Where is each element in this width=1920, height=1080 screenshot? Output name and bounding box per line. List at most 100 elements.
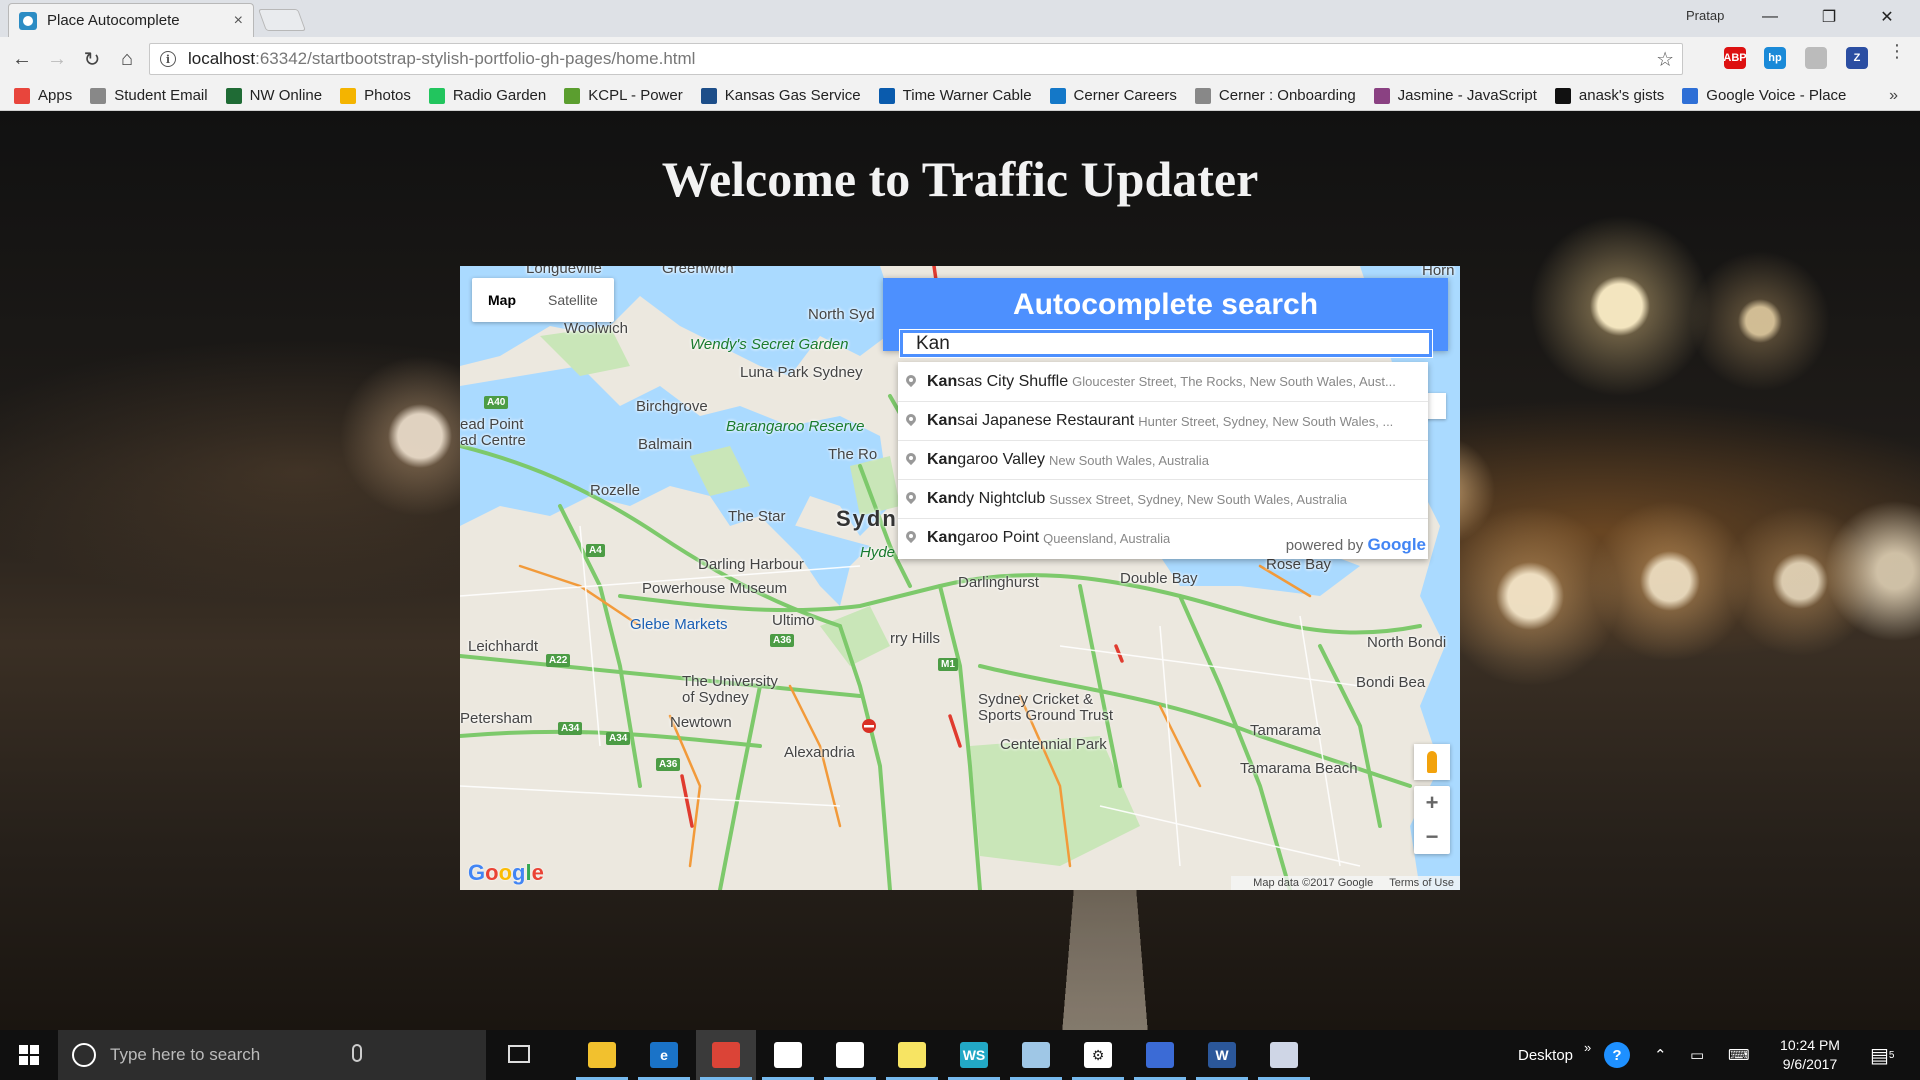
desktop-toolbar-label[interactable]: Desktop bbox=[1518, 1030, 1573, 1080]
pegman-icon[interactable] bbox=[1414, 744, 1450, 780]
zoom-out-button[interactable]: − bbox=[1414, 820, 1450, 854]
map-place-label[interactable]: rry Hills bbox=[890, 630, 940, 647]
bookmark-star-icon[interactable]: ☆ bbox=[1656, 47, 1674, 72]
map-place-label[interactable]: Bondi Bea bbox=[1356, 674, 1425, 691]
toolbar-more-icon[interactable]: » bbox=[1584, 1022, 1591, 1072]
bookmark-item[interactable]: Radio Garden bbox=[428, 87, 546, 104]
google-map[interactable]: Longueville Greenwich Woolwich North Syd Wen… bbox=[460, 266, 1460, 890]
close-window-button[interactable]: ✕ bbox=[1864, 0, 1910, 34]
bookmark-item[interactable]: Cerner Careers bbox=[1049, 87, 1177, 104]
adblock-plus-icon[interactable]: ABP bbox=[1723, 47, 1747, 69]
bookmarks-overflow-icon[interactable]: » bbox=[1889, 87, 1898, 105]
taskbar-app-button[interactable]: W bbox=[1192, 1030, 1252, 1080]
bookmark-item[interactable]: Photos bbox=[340, 87, 411, 104]
microphone-icon[interactable] bbox=[352, 1044, 362, 1062]
bookmark-item[interactable]: Jasmine - JavaScript bbox=[1373, 87, 1537, 104]
map-place-label[interactable]: Tamarama bbox=[1250, 722, 1321, 739]
terms-of-use-link[interactable]: Terms of Use bbox=[1389, 877, 1454, 889]
map-place-label[interactable]: Petersham bbox=[460, 710, 533, 727]
bookmark-item[interactable]: anask's gists bbox=[1554, 87, 1664, 104]
bookmark-item[interactable]: Kansas Gas Service bbox=[700, 87, 861, 104]
home-button[interactable]: ⌂ bbox=[114, 46, 140, 72]
taskbar-app-button[interactable] bbox=[758, 1030, 818, 1080]
map-place-label[interactable]: Greenwich bbox=[662, 266, 734, 277]
start-button[interactable] bbox=[0, 1030, 58, 1080]
map-place-label[interactable]: Leichhardt bbox=[468, 638, 538, 655]
map-place-label[interactable]: Woolwich bbox=[564, 320, 628, 337]
map-place-label[interactable]: Tamarama Beach bbox=[1240, 760, 1358, 777]
tab-close-icon[interactable]: × bbox=[234, 12, 243, 30]
browser-tab[interactable]: Place Autocomplete × bbox=[8, 3, 254, 37]
map-type-satellite-button[interactable]: Satellite bbox=[532, 278, 614, 322]
reload-button[interactable]: ↻ bbox=[79, 46, 105, 72]
cortana-icon[interactable] bbox=[72, 1043, 96, 1067]
taskbar-app-button[interactable]: ⚙ bbox=[1068, 1030, 1128, 1080]
map-place-label[interactable]: Ultimo bbox=[772, 612, 815, 629]
map-place-label[interactable]: Centennial Park bbox=[1000, 736, 1107, 753]
keyboard-icon[interactable]: ⌨ bbox=[1728, 1030, 1750, 1080]
map-place-label[interactable]: Sydney Cricket & Sports Ground Trust bbox=[978, 692, 1118, 724]
map-place-label[interactable]: The University of Sydney bbox=[682, 674, 792, 706]
google-logo[interactable]: Google bbox=[468, 860, 544, 886]
bookmark-item[interactable]: Apps bbox=[14, 87, 72, 104]
autocomplete-suggestion[interactable]: Kansai Japanese Restaurant Hunter Street,… bbox=[898, 401, 1428, 440]
new-tab-button[interactable] bbox=[257, 9, 307, 31]
zoom-in-button[interactable]: + bbox=[1414, 786, 1450, 820]
zotero-icon[interactable]: Z bbox=[1846, 47, 1868, 69]
bookmark-item[interactable]: NW Online bbox=[225, 87, 322, 104]
map-place-label[interactable]: Wendy's Secret Garden bbox=[690, 336, 849, 353]
bookmark-item[interactable]: Time Warner Cable bbox=[878, 87, 1032, 104]
taskbar-app-button[interactable] bbox=[1130, 1030, 1190, 1080]
map-place-label[interactable]: Alexandria bbox=[784, 744, 855, 761]
battery-icon[interactable]: ▭ bbox=[1690, 1030, 1704, 1080]
action-center-icon[interactable]: ▤ 5 bbox=[1870, 1030, 1894, 1080]
puzzle-icon[interactable] bbox=[1805, 47, 1827, 69]
map-type-map-button[interactable]: Map bbox=[472, 278, 532, 322]
map-place-label[interactable]: ead Point bbox=[460, 416, 523, 433]
map-place-label[interactable]: Birchgrove bbox=[636, 398, 708, 415]
bookmark-item[interactable]: Cerner : Onboarding bbox=[1194, 87, 1356, 104]
map-place-label[interactable]: Double Bay bbox=[1120, 570, 1198, 587]
map-place-label[interactable]: Glebe Markets bbox=[630, 616, 728, 633]
info-icon[interactable]: i bbox=[160, 51, 176, 67]
map-place-label[interactable]: ad Centre bbox=[460, 432, 526, 449]
taskbar-app-button[interactable]: e bbox=[634, 1030, 694, 1080]
taskbar-app-button[interactable] bbox=[572, 1030, 632, 1080]
forward-button[interactable]: → bbox=[44, 46, 70, 72]
map-place-label[interactable]: Longueville bbox=[526, 266, 602, 277]
address-bar[interactable]: i localhost:63342/startbootstrap-stylish… bbox=[149, 43, 1683, 75]
bookmark-item[interactable]: KCPL - Power bbox=[564, 87, 683, 104]
map-place-label[interactable]: Balmain bbox=[638, 436, 692, 453]
map-place-label[interactable]: Barangaroo Reserve bbox=[726, 418, 864, 435]
map-place-label[interactable]: Luna Park Sydney bbox=[740, 364, 863, 381]
hp-icon[interactable]: hp bbox=[1764, 47, 1786, 69]
autocomplete-suggestion[interactable]: Kangaroo Valley New South Wales, Australi… bbox=[898, 440, 1428, 479]
bookmark-item[interactable]: Google Voice - Place bbox=[1682, 87, 1846, 104]
map-place-label[interactable]: Darling Harbour bbox=[698, 556, 804, 573]
taskbar-search-box[interactable]: Type here to search bbox=[58, 1030, 486, 1080]
task-view-icon[interactable] bbox=[508, 1045, 530, 1063]
map-place-label[interactable]: Darlinghurst bbox=[958, 574, 1039, 591]
bookmark-item[interactable]: Student Email bbox=[90, 87, 208, 104]
map-place-label[interactable]: The Star bbox=[728, 508, 786, 525]
taskbar-app-button[interactable] bbox=[1006, 1030, 1066, 1080]
autocomplete-search-input[interactable] bbox=[899, 329, 1433, 358]
taskbar-app-button[interactable] bbox=[696, 1030, 756, 1080]
back-button[interactable]: ← bbox=[9, 46, 35, 72]
taskbar-app-button[interactable]: WS bbox=[944, 1030, 1004, 1080]
autocomplete-suggestion[interactable]: Kandy Nightclub Sussex Street, Sydney, Ne… bbox=[898, 479, 1428, 518]
autocomplete-suggestion[interactable]: Kansas City Shuffle Gloucester Street, Th… bbox=[898, 362, 1428, 401]
browser-menu-icon[interactable]: ⋮ bbox=[1888, 42, 1906, 60]
map-place-label[interactable]: Powerhouse Museum bbox=[642, 580, 787, 597]
map-place-label[interactable]: North Bondi bbox=[1367, 634, 1446, 651]
restore-button[interactable]: ❐ bbox=[1806, 0, 1852, 34]
system-clock[interactable]: 10:24 PM 9/6/2017 bbox=[1765, 1036, 1855, 1074]
taskbar-app-button[interactable] bbox=[882, 1030, 942, 1080]
map-place-label[interactable]: Newtown bbox=[670, 714, 732, 731]
taskbar-app-button[interactable] bbox=[1254, 1030, 1314, 1080]
map-place-label[interactable]: Rozelle bbox=[590, 482, 640, 499]
minimize-button[interactable]: — bbox=[1747, 0, 1793, 34]
profile-name[interactable]: Pratap bbox=[1686, 8, 1724, 23]
help-icon[interactable]: ? bbox=[1604, 1030, 1630, 1080]
map-place-label[interactable]: North Syd bbox=[808, 306, 875, 323]
